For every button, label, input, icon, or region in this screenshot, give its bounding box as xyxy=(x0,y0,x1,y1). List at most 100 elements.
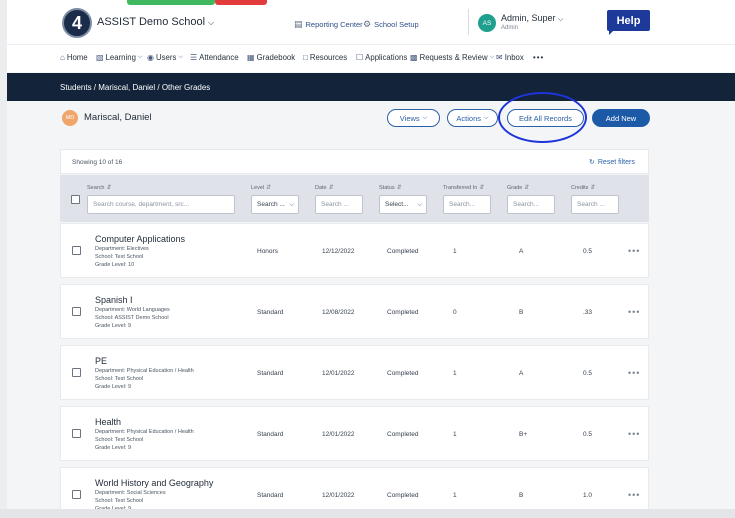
actions-button[interactable]: Actions ⌵ xyxy=(447,109,498,127)
table-toolbar: Showing 10 of 16 ↻ Reset filters xyxy=(60,149,649,174)
select-all-checkbox[interactable] xyxy=(71,195,80,204)
nav-label: Resources xyxy=(309,53,348,62)
school-logo[interactable]: 4 xyxy=(62,8,92,38)
cell-date: 12/01/2022 xyxy=(322,492,355,499)
add-new-button[interactable]: Add New xyxy=(592,109,650,127)
nav-label: Attendance xyxy=(199,53,239,62)
school-switcher[interactable]: ASSIST Demo School ⌵ xyxy=(97,16,214,28)
highlight-circle xyxy=(498,92,587,143)
showing-count: Showing 10 of 16 xyxy=(72,159,123,166)
column-header-date[interactable]: Date ⇵ xyxy=(315,184,334,192)
reset-filters-button[interactable]: ↻ Reset filters xyxy=(589,158,635,167)
gear-icon: ⚙ xyxy=(363,19,372,29)
chevron-down-icon: ⌵ xyxy=(484,114,489,121)
column-header-transferred[interactable]: Transferred In ⇵ xyxy=(443,184,485,192)
notification-strip xyxy=(127,0,215,5)
nav-more-button[interactable]: ••• xyxy=(533,53,544,62)
cell-credits: 0.5 xyxy=(583,370,593,377)
user-initials: AS xyxy=(482,19,492,27)
nav-item-home[interactable]: ⌂ Home xyxy=(60,53,88,62)
course-title: World History and Geography xyxy=(95,478,214,488)
student-initials: MD xyxy=(65,115,75,121)
table-row[interactable]: Health Department: Physical Education / … xyxy=(60,406,649,461)
row-checkbox[interactable] xyxy=(72,429,81,438)
requests-icon: ▩ xyxy=(410,53,418,62)
row-checkbox[interactable] xyxy=(72,307,81,316)
search-input[interactable]: Search course, department, src... xyxy=(87,195,235,214)
nav-item-attendance[interactable]: ☰ Attendance xyxy=(190,53,239,62)
user-avatar[interactable]: AS xyxy=(478,14,496,32)
credits-input[interactable]: Search ... xyxy=(571,195,619,214)
date-input[interactable]: Search ... xyxy=(315,195,363,214)
chevron-down-icon: ⌵ xyxy=(422,114,428,121)
column-header-search[interactable]: Search ⇵ xyxy=(87,184,111,192)
column-header-grade[interactable]: Grade ⇵ xyxy=(507,184,530,192)
grade-input[interactable]: Search... xyxy=(507,195,555,214)
row-more-icon[interactable]: ••• xyxy=(628,490,640,500)
nav-item-learning[interactable]: ▧ Learning ⌵ xyxy=(96,53,142,62)
help-bubble-tail xyxy=(609,29,615,35)
sort-icon: ⇵ xyxy=(524,185,530,191)
user-menu[interactable]: Admin, Super ⌵ xyxy=(501,13,563,24)
level-select[interactable]: Search ... ⌵ xyxy=(251,195,299,214)
top-header: 4 ASSIST Demo School ⌵ ▤ Reporting Center… xyxy=(7,0,735,44)
column-label: Credits xyxy=(571,184,589,191)
learning-icon: ▧ xyxy=(96,53,104,62)
chevron-down-icon: ⌵ xyxy=(137,54,143,60)
table-row[interactable]: Spanish I Department: World Languages Sc… xyxy=(60,284,649,339)
applications-icon: ☐ xyxy=(356,53,364,62)
column-label: Transferred In xyxy=(443,184,478,191)
divider xyxy=(468,9,469,35)
course-grade-level: Grade Level: 9 xyxy=(95,384,132,390)
column-header-level[interactable]: Level ⇵ xyxy=(251,184,272,192)
status-select[interactable]: Select... ⌵ xyxy=(379,195,427,214)
course-school: School: ASSIST Demo School xyxy=(95,315,169,321)
course-department: Department: Social Sciences xyxy=(95,490,166,496)
row-checkbox[interactable] xyxy=(72,490,81,499)
views-button[interactable]: Views ⌵ xyxy=(387,109,440,127)
nav-item-resources[interactable]: □ Resources xyxy=(303,53,347,62)
course-school: School: Test School xyxy=(95,498,144,504)
course-grade-level: Grade Level: 10 xyxy=(95,262,135,268)
column-header-credits[interactable]: Credits ⇵ xyxy=(571,184,595,192)
nav-item-requests[interactable]: ▩ Requests & Review ⌵ xyxy=(410,53,494,62)
level-select-value: Search ... xyxy=(257,201,285,208)
row-checkbox[interactable] xyxy=(72,246,81,255)
row-more-icon[interactable]: ••• xyxy=(628,429,640,439)
cell-transferred: 1 xyxy=(453,248,457,255)
table-row[interactable]: Computer Applications Department: Electi… xyxy=(60,223,649,278)
column-label: Status xyxy=(379,184,395,191)
column-header-status[interactable]: Status ⇵ xyxy=(379,184,402,192)
nav-item-users[interactable]: ◉ Users ⌵ xyxy=(147,53,183,62)
cell-transferred: 1 xyxy=(453,370,457,377)
sort-icon: ⇵ xyxy=(266,185,272,191)
row-more-icon[interactable]: ••• xyxy=(628,368,640,378)
cell-status: Completed xyxy=(387,248,419,255)
help-button[interactable]: Help xyxy=(607,10,650,31)
nav-item-inbox[interactable]: ✉ Inbox xyxy=(496,53,524,62)
row-more-icon[interactable]: ••• xyxy=(628,246,640,256)
main-nav: ⌂ Home ▧ Learning ⌵ ◉ Users ⌵ ☰ Attendance ▦ Gr… xyxy=(7,44,735,72)
cell-status: Completed xyxy=(387,492,419,499)
sort-icon: ⇵ xyxy=(328,185,334,191)
transferred-input[interactable]: Search... xyxy=(443,195,491,214)
nav-item-gradebook[interactable]: ▦ Gradebook xyxy=(247,53,295,62)
nav-label: Gradebook xyxy=(256,53,296,62)
row-more-icon[interactable]: ••• xyxy=(628,307,640,317)
row-checkbox[interactable] xyxy=(72,368,81,377)
cell-credits: .33 xyxy=(583,309,593,316)
app: 4 ASSIST Demo School ⌵ ▤ Reporting Center… xyxy=(7,0,735,518)
course-title: Health xyxy=(95,417,122,427)
cell-date: 12/12/2022 xyxy=(322,248,355,255)
course-school: School: Test School xyxy=(95,437,144,443)
table-row[interactable]: PE Department: Physical Education / Heal… xyxy=(60,345,649,400)
nav-item-applications[interactable]: ☐ Applications xyxy=(356,53,407,62)
sort-icon: ⇵ xyxy=(479,185,485,191)
school-setup-link[interactable]: ⚙ School Setup xyxy=(363,19,419,30)
reporting-center-link[interactable]: ▤ Reporting Center xyxy=(294,19,363,30)
course-school: School: Test School xyxy=(95,254,144,260)
course-grade-level: Grade Level: 9 xyxy=(95,323,132,329)
help-label: Help xyxy=(616,14,641,27)
cell-transferred: 1 xyxy=(453,492,457,499)
nav-label: Users xyxy=(155,53,177,62)
